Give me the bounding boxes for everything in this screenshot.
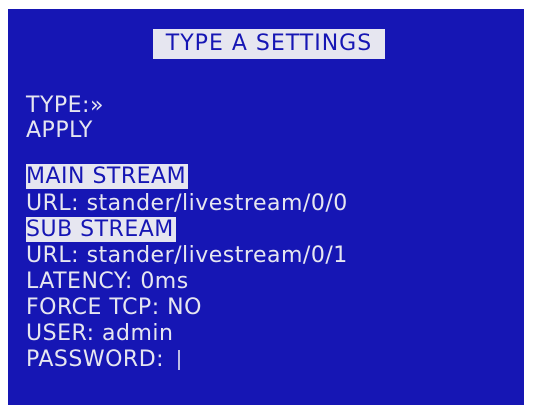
sub-stream-url-label: URL: xyxy=(26,243,80,268)
user-value[interactable]: admin xyxy=(102,321,173,346)
apply-button[interactable]: APPLY xyxy=(26,118,93,144)
force-tcp-row[interactable]: FORCE TCP: NO xyxy=(26,295,202,321)
type-label: TYPE: xyxy=(26,93,90,118)
force-tcp-label: FORCE TCP: xyxy=(26,295,160,320)
password-row[interactable]: PASSWORD: xyxy=(26,347,181,373)
sub-stream-label: SUB STREAM xyxy=(26,217,176,242)
page-title: TYPE A SETTINGS xyxy=(153,29,385,59)
latency-value[interactable]: 0ms xyxy=(140,269,188,294)
settings-panel: TYPE A SETTINGS TYPE:» APPLY MAIN STREAM… xyxy=(8,9,524,405)
latency-row[interactable]: LATENCY: 0ms xyxy=(26,269,189,295)
main-stream-url-label: URL: xyxy=(26,191,80,216)
apply-label: APPLY xyxy=(26,118,93,143)
password-label: PASSWORD: xyxy=(26,347,165,372)
main-stream-url-row[interactable]: URL: stander/livestream/0/0 xyxy=(26,191,348,217)
text-cursor xyxy=(178,350,181,370)
main-stream-label: MAIN STREAM xyxy=(26,164,189,189)
sub-stream-url-row[interactable]: URL: stander/livestream/0/1 xyxy=(26,243,348,269)
sub-stream-url-value[interactable]: stander/livestream/0/1 xyxy=(87,243,348,268)
latency-label: LATENCY: xyxy=(26,269,133,294)
type-value-arrow[interactable]: » xyxy=(90,93,104,118)
main-stream-url-value[interactable]: stander/livestream/0/0 xyxy=(87,191,348,216)
force-tcp-value[interactable]: NO xyxy=(167,295,202,320)
main-stream-heading: MAIN STREAM xyxy=(26,164,189,190)
osd-screen: TYPE A SETTINGS TYPE:» APPLY MAIN STREAM… xyxy=(0,0,534,414)
sub-stream-heading: SUB STREAM xyxy=(26,217,176,243)
user-row[interactable]: USER: admin xyxy=(26,321,173,347)
user-label: USER: xyxy=(26,321,95,346)
type-row[interactable]: TYPE:» xyxy=(26,93,104,119)
